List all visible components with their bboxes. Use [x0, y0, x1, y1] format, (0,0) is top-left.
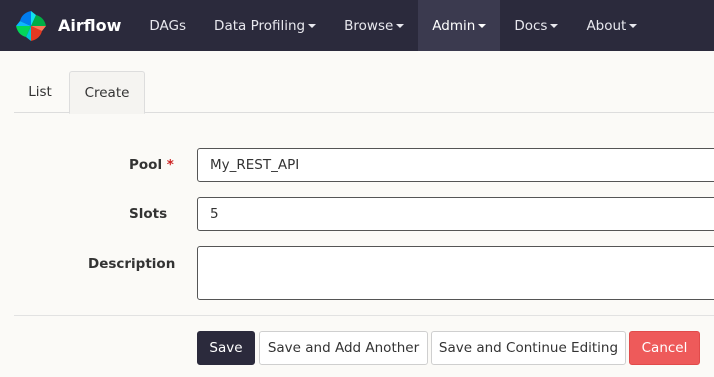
caret-down-icon [478, 23, 487, 28]
save-and-add-another-button[interactable]: Save and Add Another [259, 331, 428, 365]
pool-label: Pool * [129, 157, 174, 173]
nav-docs[interactable]: Docs [500, 0, 572, 51]
page-content: List Create Pool * My_REST_API Slots 5 D… [0, 51, 714, 377]
description-textarea[interactable] [197, 246, 714, 300]
save-and-continue-editing-button[interactable]: Save and Continue Editing [431, 331, 626, 365]
nav-about[interactable]: About [572, 0, 651, 51]
brand-name: Airflow [58, 16, 122, 35]
nav-data-profiling[interactable]: Data Profiling [200, 0, 330, 51]
top-navbar: Airflow DAGs Data Profiling Browse Admin… [0, 0, 714, 51]
nav-dags[interactable]: DAGs [135, 0, 200, 51]
tab-list[interactable]: List [14, 71, 66, 113]
nav-about-label: About [586, 17, 627, 34]
nav-data-profiling-label: Data Profiling [214, 17, 306, 34]
save-button[interactable]: Save [197, 331, 255, 365]
tab-create[interactable]: Create [69, 71, 145, 114]
brand-link[interactable]: Airflow [0, 0, 135, 51]
slots-label: Slots [129, 206, 168, 222]
caret-down-icon [629, 23, 638, 28]
nav-browse-label: Browse [344, 17, 394, 34]
airflow-pinwheel-icon [16, 10, 46, 41]
nav-admin[interactable]: Admin [418, 0, 501, 51]
caret-down-icon [308, 23, 317, 28]
caret-down-icon [396, 23, 405, 28]
required-marker: * [166, 157, 174, 173]
pool-label-text: Pool [129, 157, 163, 173]
slots-input[interactable]: 5 [197, 197, 714, 231]
description-label: Description [88, 256, 176, 272]
nav-browse[interactable]: Browse [330, 0, 418, 51]
cancel-button[interactable]: Cancel [629, 331, 700, 365]
form-divider [14, 315, 714, 316]
pool-input[interactable]: My_REST_API [197, 148, 714, 182]
caret-down-icon [550, 23, 559, 28]
nav-dags-label: DAGs [149, 17, 187, 34]
nav-docs-label: Docs [514, 17, 548, 34]
view-tabs: List Create [14, 71, 714, 114]
nav-admin-label: Admin [432, 17, 476, 34]
